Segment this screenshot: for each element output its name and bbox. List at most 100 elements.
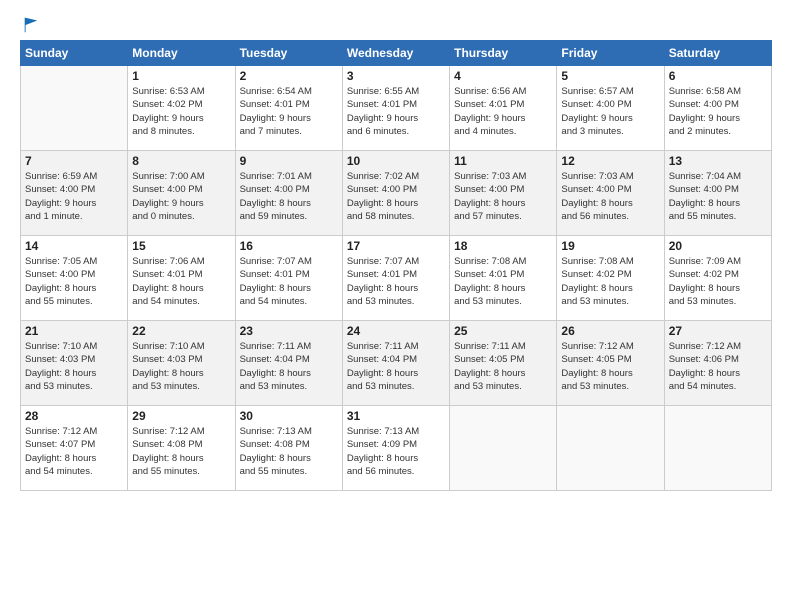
day-number: 30 [240, 409, 338, 423]
day-number: 10 [347, 154, 445, 168]
calendar-cell: 6 Sunrise: 6:58 AM Sunset: 4:00 PM Daylig… [664, 66, 771, 151]
day-info: Sunrise: 6:56 AM Sunset: 4:01 PM Dayligh… [454, 85, 552, 138]
calendar-cell: 7 Sunrise: 6:59 AM Sunset: 4:00 PM Daylig… [21, 151, 128, 236]
day-number: 15 [132, 239, 230, 253]
day-number: 23 [240, 324, 338, 338]
day-number: 27 [669, 324, 767, 338]
day-info: Sunrise: 7:13 AM Sunset: 4:09 PM Dayligh… [347, 425, 445, 478]
weekday-header: Saturday [664, 41, 771, 66]
day-number: 26 [561, 324, 659, 338]
day-info: Sunrise: 6:59 AM Sunset: 4:00 PM Dayligh… [25, 170, 123, 223]
day-number: 8 [132, 154, 230, 168]
weekday-header: Sunday [21, 41, 128, 66]
day-number: 3 [347, 69, 445, 83]
logo-flag-icon [22, 16, 40, 34]
day-number: 24 [347, 324, 445, 338]
calendar-cell: 3 Sunrise: 6:55 AM Sunset: 4:01 PM Daylig… [342, 66, 449, 151]
calendar-header-row: SundayMondayTuesdayWednesdayThursdayFrid… [21, 41, 772, 66]
calendar-cell: 11Sunrise: 7:03 AM Sunset: 4:00 PM Dayli… [450, 151, 557, 236]
calendar-cell: 4 Sunrise: 6:56 AM Sunset: 4:01 PM Daylig… [450, 66, 557, 151]
logo [20, 16, 40, 34]
calendar-cell [557, 406, 664, 491]
day-info: Sunrise: 7:12 AM Sunset: 4:08 PM Dayligh… [132, 425, 230, 478]
day-number: 19 [561, 239, 659, 253]
day-info: Sunrise: 7:04 AM Sunset: 4:00 PM Dayligh… [669, 170, 767, 223]
weekday-header: Monday [128, 41, 235, 66]
calendar-cell [21, 66, 128, 151]
calendar-cell: 31 Sunrise: 7:13 AM Sunset: 4:09 PM Dayli… [342, 406, 449, 491]
calendar-cell: 26 Sunrise: 7:12 AM Sunset: 4:05 PM Dayli… [557, 321, 664, 406]
day-info: Sunrise: 7:11 AM Sunset: 4:04 PM Dayligh… [240, 340, 338, 393]
calendar-cell: 14 Sunrise: 7:05 AM Sunset: 4:00 PM Dayli… [21, 236, 128, 321]
weekday-header: Tuesday [235, 41, 342, 66]
calendar-cell: 16 Sunrise: 7:07 AM Sunset: 4:01 PM Dayli… [235, 236, 342, 321]
day-info: Sunrise: 7:10 AM Sunset: 4:03 PM Dayligh… [132, 340, 230, 393]
calendar-cell: 27Sunrise: 7:12 AM Sunset: 4:06 PM Dayli… [664, 321, 771, 406]
day-info: Sunrise: 7:07 AM Sunset: 4:01 PM Dayligh… [240, 255, 338, 308]
day-number: 28 [25, 409, 123, 423]
day-info: Sunrise: 7:12 AM Sunset: 4:07 PM Dayligh… [25, 425, 123, 478]
calendar-cell: 12 Sunrise: 7:03 AM Sunset: 4:00 PM Dayli… [557, 151, 664, 236]
day-info: Sunrise: 6:57 AM Sunset: 4:00 PM Dayligh… [561, 85, 659, 138]
day-number: 6 [669, 69, 767, 83]
calendar-cell: 10 Sunrise: 7:02 AM Sunset: 4:00 PM Dayli… [342, 151, 449, 236]
calendar-week-row: 28 Sunrise: 7:12 AM Sunset: 4:07 PM Dayli… [21, 406, 772, 491]
day-info: Sunrise: 7:05 AM Sunset: 4:00 PM Dayligh… [25, 255, 123, 308]
day-info: Sunrise: 7:06 AM Sunset: 4:01 PM Dayligh… [132, 255, 230, 308]
day-info: Sunrise: 7:13 AM Sunset: 4:08 PM Dayligh… [240, 425, 338, 478]
day-info: Sunrise: 6:54 AM Sunset: 4:01 PM Dayligh… [240, 85, 338, 138]
day-number: 4 [454, 69, 552, 83]
calendar-cell [664, 406, 771, 491]
day-number: 2 [240, 69, 338, 83]
calendar-cell: 20Sunrise: 7:09 AM Sunset: 4:02 PM Dayli… [664, 236, 771, 321]
day-info: Sunrise: 7:02 AM Sunset: 4:00 PM Dayligh… [347, 170, 445, 223]
calendar-cell: 30 Sunrise: 7:13 AM Sunset: 4:08 PM Dayli… [235, 406, 342, 491]
day-info: Sunrise: 7:11 AM Sunset: 4:04 PM Dayligh… [347, 340, 445, 393]
calendar-cell: 2 Sunrise: 6:54 AM Sunset: 4:01 PM Daylig… [235, 66, 342, 151]
calendar-week-row: 1 Sunrise: 6:53 AM Sunset: 4:02 PM Daylig… [21, 66, 772, 151]
day-number: 7 [25, 154, 123, 168]
day-number: 16 [240, 239, 338, 253]
day-info: Sunrise: 6:53 AM Sunset: 4:02 PM Dayligh… [132, 85, 230, 138]
weekday-header: Friday [557, 41, 664, 66]
calendar-table: SundayMondayTuesdayWednesdayThursdayFrid… [20, 40, 772, 491]
day-info: Sunrise: 7:07 AM Sunset: 4:01 PM Dayligh… [347, 255, 445, 308]
day-info: Sunrise: 7:08 AM Sunset: 4:02 PM Dayligh… [561, 255, 659, 308]
calendar-week-row: 21 Sunrise: 7:10 AM Sunset: 4:03 PM Dayli… [21, 321, 772, 406]
day-number: 12 [561, 154, 659, 168]
calendar-week-row: 7 Sunrise: 6:59 AM Sunset: 4:00 PM Daylig… [21, 151, 772, 236]
day-info: Sunrise: 7:12 AM Sunset: 4:05 PM Dayligh… [561, 340, 659, 393]
day-info: Sunrise: 6:55 AM Sunset: 4:01 PM Dayligh… [347, 85, 445, 138]
day-number: 31 [347, 409, 445, 423]
day-number: 29 [132, 409, 230, 423]
calendar-week-row: 14 Sunrise: 7:05 AM Sunset: 4:00 PM Dayli… [21, 236, 772, 321]
calendar-cell: 5 Sunrise: 6:57 AM Sunset: 4:00 PM Daylig… [557, 66, 664, 151]
header [20, 16, 772, 34]
calendar-cell: 21Sunrise: 7:10 AM Sunset: 4:03 PM Dayli… [21, 321, 128, 406]
page-container: SundayMondayTuesdayWednesdayThursdayFrid… [0, 0, 792, 501]
day-number: 9 [240, 154, 338, 168]
calendar-cell: 22Sunrise: 7:10 AM Sunset: 4:03 PM Dayli… [128, 321, 235, 406]
calendar-cell: 29 Sunrise: 7:12 AM Sunset: 4:08 PM Dayli… [128, 406, 235, 491]
day-number: 21 [25, 324, 123, 338]
day-number: 20 [669, 239, 767, 253]
day-number: 14 [25, 239, 123, 253]
calendar-cell: 24 Sunrise: 7:11 AM Sunset: 4:04 PM Dayli… [342, 321, 449, 406]
calendar-cell: 15 Sunrise: 7:06 AM Sunset: 4:01 PM Dayli… [128, 236, 235, 321]
calendar-cell: 9 Sunrise: 7:01 AM Sunset: 4:00 PM Daylig… [235, 151, 342, 236]
calendar-cell: 13Sunrise: 7:04 AM Sunset: 4:00 PM Dayli… [664, 151, 771, 236]
calendar-cell [450, 406, 557, 491]
day-info: Sunrise: 6:58 AM Sunset: 4:00 PM Dayligh… [669, 85, 767, 138]
calendar-cell: 8Sunrise: 7:00 AM Sunset: 4:00 PM Daylig… [128, 151, 235, 236]
day-number: 1 [132, 69, 230, 83]
calendar-cell: 25Sunrise: 7:11 AM Sunset: 4:05 PM Dayli… [450, 321, 557, 406]
day-number: 11 [454, 154, 552, 168]
day-number: 5 [561, 69, 659, 83]
weekday-header: Thursday [450, 41, 557, 66]
day-info: Sunrise: 7:01 AM Sunset: 4:00 PM Dayligh… [240, 170, 338, 223]
day-info: Sunrise: 7:03 AM Sunset: 4:00 PM Dayligh… [561, 170, 659, 223]
day-number: 17 [347, 239, 445, 253]
day-number: 25 [454, 324, 552, 338]
day-info: Sunrise: 7:08 AM Sunset: 4:01 PM Dayligh… [454, 255, 552, 308]
calendar-cell: 19 Sunrise: 7:08 AM Sunset: 4:02 PM Dayli… [557, 236, 664, 321]
